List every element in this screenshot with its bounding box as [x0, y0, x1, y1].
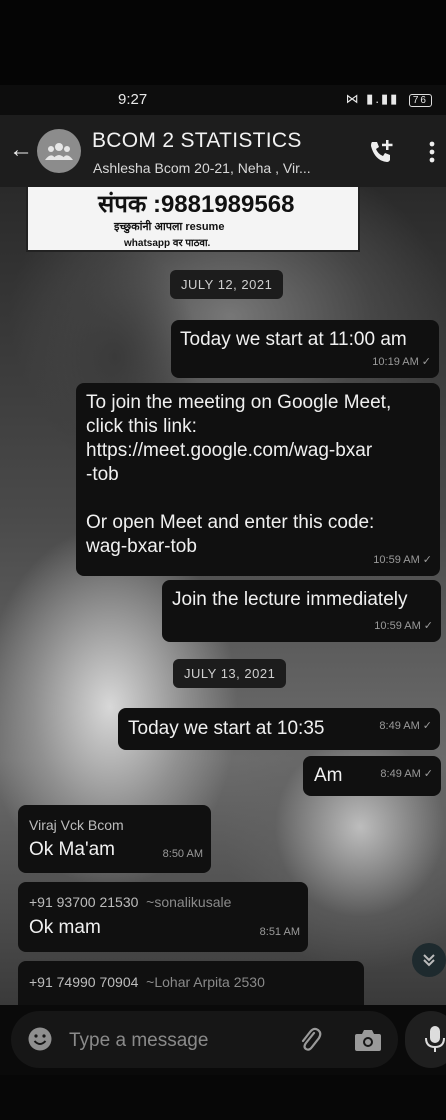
outgoing-message[interactable]: Today we start at 10:35 8:49 AM ✓ — [118, 708, 440, 750]
outgoing-message[interactable]: Am 8:49 AM ✓ — [303, 756, 441, 796]
message-text: Ok Ma'am — [29, 839, 115, 860]
message-text: Today we start at 10:35 — [128, 718, 325, 739]
sent-tick-icon: ✓ — [423, 768, 433, 780]
more-options-icon[interactable] — [425, 137, 439, 167]
time-text: 10:59 AM — [374, 620, 421, 632]
time-text: 10:59 AM — [373, 554, 420, 566]
message-input-bar — [11, 1011, 398, 1068]
message-text: Am — [314, 765, 343, 786]
chat-header: ← BCOM 2 STATISTICS Ashlesha Bcom 20-21,… — [0, 115, 446, 187]
attach-icon[interactable] — [297, 1025, 323, 1055]
message-input[interactable] — [67, 1025, 291, 1057]
incoming-message[interactable]: Viraj Vck Bcom Ok Ma'am 8:50 AM — [18, 805, 211, 873]
mic-icon — [425, 1026, 445, 1052]
add-call-icon[interactable] — [366, 137, 396, 167]
message-time: 8:49 AM ✓ — [379, 714, 432, 738]
message-time: 10:59 AM ✓ — [373, 548, 432, 572]
date-divider: JULY 12, 2021 — [170, 270, 284, 299]
sender-phone[interactable]: +91 93700 21530 ~sonalikusale — [29, 890, 231, 914]
bottom-black-edge — [0, 1075, 446, 1120]
incoming-message[interactable]: +91 93700 21530 ~sonalikusale Ok mam 8:5… — [18, 882, 308, 952]
message-time: 8:51 AM — [259, 926, 300, 938]
poster-phone: संपक :9881989568 — [98, 191, 295, 218]
top-black-edge — [0, 0, 446, 85]
message-time: 8:50 AM — [162, 848, 203, 860]
shared-image-poster[interactable]: संपक :9881989568 इच्छुकांनी आपला resume … — [26, 187, 360, 252]
sender-number: +91 74990 70904 — [29, 974, 139, 990]
sender-name[interactable]: Viraj Vck Bcom — [29, 813, 124, 837]
chat-area[interactable]: संपक :9881989568 इच्छुकांनी आपला resume … — [0, 187, 446, 1005]
outgoing-message[interactable]: Join the lecture immediately 10:59 AM ✓ — [162, 580, 441, 642]
outgoing-message[interactable]: To join the meeting on Google Meet, clic… — [76, 383, 440, 576]
sent-tick-icon: ✓ — [422, 554, 432, 566]
poster-line: इच्छुकांनी आपला resume — [114, 221, 225, 233]
signal-icon: ⋈ ▮.▮▮ — [345, 91, 400, 106]
group-title[interactable]: BCOM 2 STATISTICS — [92, 129, 302, 153]
battery-icon: 76 — [408, 94, 432, 107]
message-time: 8:49 AM ✓ — [380, 762, 433, 786]
time-text: 8:49 AM — [380, 768, 421, 780]
chevron-down-icon — [423, 954, 435, 967]
camera-icon[interactable] — [353, 1026, 383, 1054]
back-arrow-icon[interactable]: ← — [8, 137, 34, 163]
poster-line: whatsapp वर पाठवा. — [124, 238, 211, 249]
status-bar: 9:27 ⋈ ▮.▮▮ 76 — [0, 85, 446, 115]
time-text: 10:19 AM — [372, 356, 419, 368]
status-time: 9:27 — [118, 91, 148, 108]
message-text: Join the lecture immediately — [172, 589, 408, 610]
sent-tick-icon: ✓ — [422, 720, 432, 732]
group-members[interactable]: Ashlesha Bcom 20-21, Neha , Vir... — [93, 160, 311, 176]
incoming-message[interactable]: +91 74990 70904 ~Lohar Arpita 2530 — [18, 961, 364, 1005]
outgoing-message[interactable]: Today we start at 11:00 am 10:19 AM ✓ — [171, 320, 439, 378]
message-text: Today we start at 11:00 am — [180, 329, 407, 350]
message-time: 10:19 AM ✓ — [372, 350, 431, 374]
date-divider: JULY 13, 2021 — [173, 659, 287, 688]
time-text: 8:49 AM — [379, 720, 420, 732]
emoji-icon[interactable] — [27, 1026, 53, 1052]
group-avatar[interactable] — [37, 129, 81, 173]
scroll-to-bottom-button[interactable] — [412, 943, 446, 977]
mic-button[interactable] — [405, 1011, 446, 1068]
message-text: Ok mam — [29, 917, 101, 938]
message-time: 10:59 AM ✓ — [374, 614, 433, 638]
message-text: To join the meeting on Google Meet, clic… — [86, 392, 392, 557]
sender-name: ~sonalikusale — [146, 894, 232, 910]
status-icons: ⋈ ▮.▮▮ 76 — [346, 91, 432, 107]
sent-tick-icon: ✓ — [423, 620, 433, 632]
sender-number: +91 93700 21530 — [29, 894, 139, 910]
sender-phone[interactable]: +91 74990 70904 ~Lohar Arpita 2530 — [29, 970, 265, 994]
sender-name: ~Lohar Arpita 2530 — [146, 974, 265, 990]
sent-tick-icon: ✓ — [421, 356, 431, 368]
group-icon — [45, 143, 73, 160]
